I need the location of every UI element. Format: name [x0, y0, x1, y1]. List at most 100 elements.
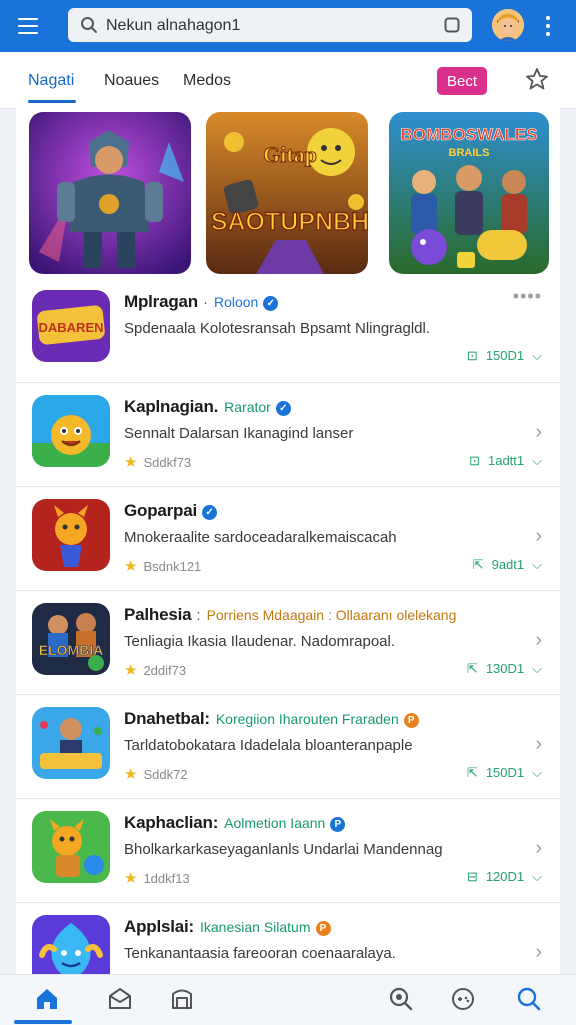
- content-card: Gitap SAOTUPNBH BOMBOSWALES BRAILS DABAR…: [16, 108, 560, 991]
- app-price[interactable]: ⊡ 1adtt1 ⌵: [469, 453, 542, 469]
- verified-badge-icon: ✓: [263, 296, 279, 311]
- tab-nagati[interactable]: Nagati: [28, 72, 74, 90]
- best-button[interactable]: Bect: [437, 67, 487, 95]
- app-name: Palhesia: [124, 605, 192, 624]
- app-title-line: Mplragan · Roloon ✓: [124, 292, 544, 314]
- star-icon: ★: [124, 558, 138, 575]
- app-price[interactable]: ⊡ 150D1 ⌵: [467, 348, 542, 364]
- price-value: 150D1: [485, 348, 525, 363]
- chevron-down-icon[interactable]: ⌵: [532, 765, 542, 780]
- search-icon[interactable]: [514, 984, 544, 1014]
- chevron-down-icon[interactable]: ⌵: [532, 348, 542, 363]
- app-price[interactable]: ⇱ 130D1 ⌵: [467, 661, 542, 677]
- app-developer[interactable]: Rarator: [224, 399, 271, 415]
- app-description: Sennalt Dalarsan Ikanagind lanser: [124, 425, 354, 442]
- app-price[interactable]: ⊟ 120D1 ⌵: [467, 869, 542, 885]
- banner-hero-warrior[interactable]: [29, 112, 191, 274]
- banner-bombos-wales[interactable]: BOMBOSWALES BRAILS: [389, 112, 549, 274]
- app-title-line: Goparpai ✓: [124, 501, 544, 523]
- tab-medos[interactable]: Medos: [183, 72, 231, 90]
- app-icon: [32, 499, 110, 571]
- app-rating: ★ 2ddif73: [124, 661, 186, 679]
- avatar[interactable]: [492, 9, 524, 41]
- price-icon: ⊡: [466, 348, 478, 363]
- search-input[interactable]: [104, 8, 438, 44]
- star-outline-icon[interactable]: [524, 66, 550, 92]
- search-zoom-icon[interactable]: [386, 984, 416, 1014]
- rating-value: 1ddkf13: [143, 871, 190, 886]
- app-developer[interactable]: Roloon: [214, 294, 258, 310]
- app-list-item[interactable]: Dnahetbal: Koregiion Iharouten Fraraden P T…: [16, 694, 560, 799]
- search-bar[interactable]: [68, 8, 472, 44]
- square-icon[interactable]: [444, 17, 460, 33]
- app-rating: ★ 1ddkf13: [124, 869, 190, 887]
- price-icon: ⇱: [466, 765, 478, 780]
- verified-badge-icon: P: [403, 713, 419, 728]
- app-developer[interactable]: Aolmetion Iaann: [224, 815, 325, 831]
- app-icon: [32, 707, 110, 779]
- app-list-item[interactable]: Kaphaclian: Aolmetion Iaann P Bholkarkarkas…: [16, 798, 560, 903]
- app-rating: ★ Sddk72: [124, 765, 188, 783]
- avatar-face-icon: [492, 9, 524, 41]
- tab-noaues[interactable]: Noaues: [104, 72, 159, 90]
- title-separator: ·: [202, 294, 208, 311]
- app-title-line: Applslai: Ikanesian Silatum P: [124, 917, 544, 939]
- app-price[interactable]: ⇱ 150D1 ⌵: [467, 765, 542, 781]
- active-tab-indicator: [28, 100, 76, 103]
- app-description: Tenliagia Ikasia Ilaudenar. Nadomrapoal.: [124, 633, 396, 650]
- verified-badge-icon: ✓: [202, 505, 218, 520]
- app-name: Applslai:: [124, 917, 194, 936]
- rating-value: Sddk72: [143, 767, 188, 782]
- menu-icon[interactable]: [16, 15, 40, 37]
- app-developer[interactable]: Porriens Mdaagain : Ollaaranı olelekang: [207, 607, 457, 623]
- app-list-item[interactable]: Kaplnagian. Rarator ✓ Sennalt Dalarsan Ikan…: [16, 382, 560, 487]
- app-name: Kaphaclian:: [124, 813, 219, 832]
- price-icon: ⇱: [466, 661, 478, 676]
- banner-subtitle: BRAILS: [449, 147, 490, 159]
- gamepad-icon[interactable]: [448, 984, 478, 1014]
- app-description: Spdenaala Kolotesransah Bpsamt Nlingragl…: [124, 320, 431, 337]
- app-developer[interactable]: Koregiion Iharouten Fraraden: [216, 711, 399, 727]
- app-icon: ELOMBIA: [32, 603, 110, 675]
- more-dots-icon[interactable]: ••••: [513, 286, 542, 307]
- verified-badge-icon: P: [330, 817, 346, 832]
- app-price[interactable]: ⇱ 9adt1 ⌵: [473, 557, 542, 573]
- chevron-right-icon[interactable]: ›: [535, 837, 542, 860]
- inbox-icon[interactable]: [105, 984, 135, 1014]
- chevron-right-icon[interactable]: ›: [535, 525, 542, 548]
- banner-saotupnbh[interactable]: Gitap SAOTUPNBH: [206, 112, 368, 274]
- star-icon: ★: [124, 454, 138, 471]
- price-icon: ⊟: [466, 869, 478, 884]
- app-list-item[interactable]: ELOMBIA Palhesia: Porriens Mdaagain : Olla…: [16, 590, 560, 695]
- chevron-right-icon[interactable]: ›: [535, 733, 542, 756]
- chevron-right-icon[interactable]: ›: [535, 629, 542, 652]
- library-icon[interactable]: [167, 984, 197, 1014]
- warrior-artwork-icon: [29, 112, 191, 274]
- price-value: 130D1: [485, 661, 525, 676]
- home-icon[interactable]: [32, 984, 62, 1014]
- rating-value: Bsdnk121: [143, 559, 202, 574]
- app-icon: [32, 395, 110, 467]
- app-title-line: Kaplnagian. Rarator ✓: [124, 397, 544, 419]
- app-list-item[interactable]: DABAREN Mplragan · Roloon ✓ Spdenaala Kolotes…: [16, 278, 560, 382]
- star-icon: ★: [124, 766, 138, 783]
- price-value: 9adt1: [491, 557, 525, 572]
- chevron-right-icon[interactable]: ›: [535, 941, 542, 964]
- bottom-navigation: [0, 974, 576, 1025]
- chevron-down-icon[interactable]: ⌵: [532, 869, 542, 884]
- app-description: Tenkanantaasia fareooran coenaaralaya.: [124, 945, 396, 962]
- app-title-line: Kaphaclian: Aolmetion Iaann P: [124, 813, 544, 835]
- price-value: 150D1: [485, 765, 525, 780]
- chevron-down-icon[interactable]: ⌵: [532, 661, 542, 676]
- chevron-down-icon[interactable]: ⌵: [532, 453, 542, 468]
- more-options-icon[interactable]: [538, 14, 558, 38]
- app-list-item[interactable]: Goparpai ✓ Mnokeraalite sardoceadaralkemai…: [16, 486, 560, 591]
- search-icon: [81, 17, 97, 33]
- chevron-down-icon[interactable]: ⌵: [532, 557, 542, 572]
- app-developer[interactable]: Ikanesian Silatum: [200, 919, 311, 935]
- app-description: Tarldatobokatara Idadelala bloanteranpap…: [124, 737, 413, 754]
- app-name: Dnahetbal:: [124, 709, 210, 728]
- chevron-right-icon[interactable]: ›: [535, 421, 542, 444]
- app-rating: ★ Bsdnk121: [124, 557, 201, 575]
- title-separator: :: [196, 607, 201, 624]
